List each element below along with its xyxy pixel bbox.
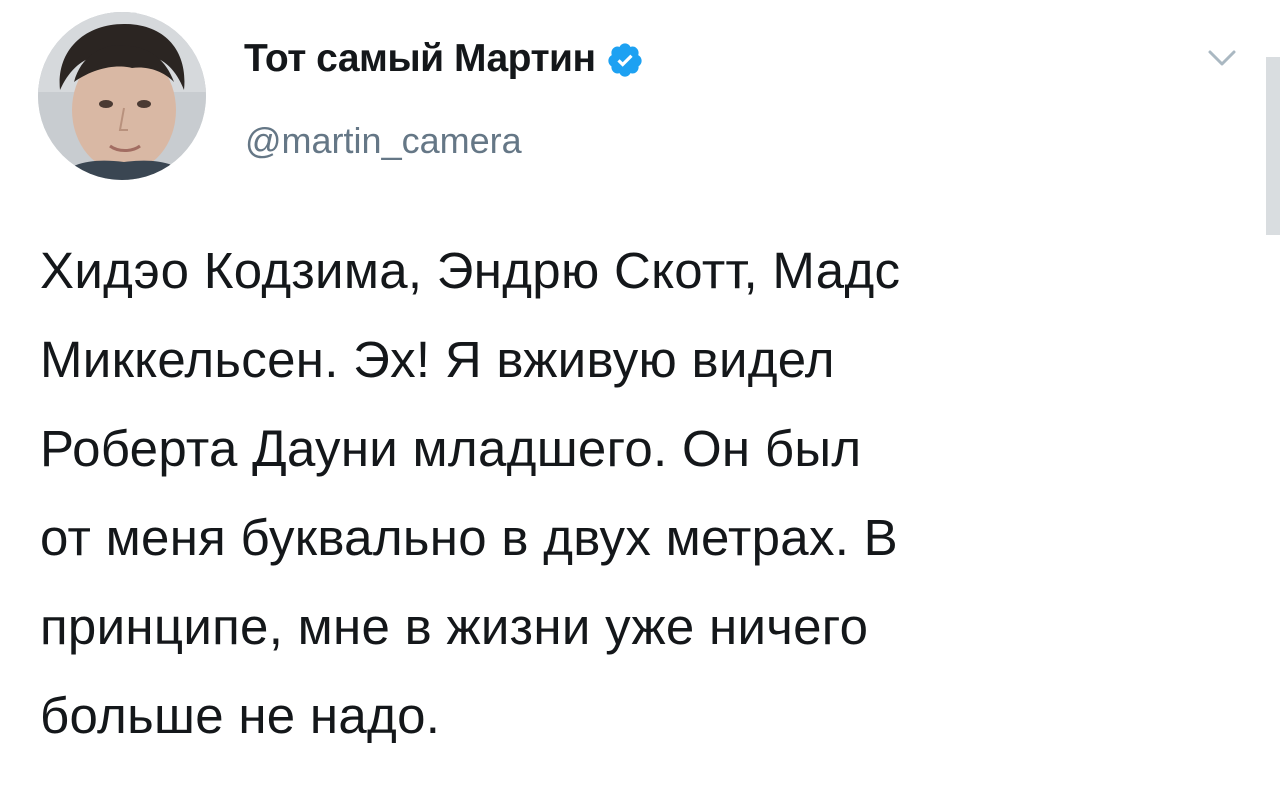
author-name-text[interactable]: Тот самый Мартин	[244, 37, 596, 81]
tweet-text: Хидэо Кодзима, Эндрю Скотт, Мадс Миккель…	[40, 242, 901, 744]
avatar[interactable]	[38, 12, 206, 180]
scrollbar[interactable]	[1266, 57, 1280, 235]
verified-badge-icon	[606, 41, 644, 79]
tweet: Тот самый Мартин @martin_camera Хидэо Ко…	[0, 0, 1280, 793]
avatar-photo	[38, 12, 206, 180]
chevron-down-icon[interactable]	[1206, 46, 1238, 70]
author-display-name[interactable]: Тот самый Мартин	[244, 37, 644, 81]
author-handle[interactable]: @martin_camera	[245, 120, 522, 162]
